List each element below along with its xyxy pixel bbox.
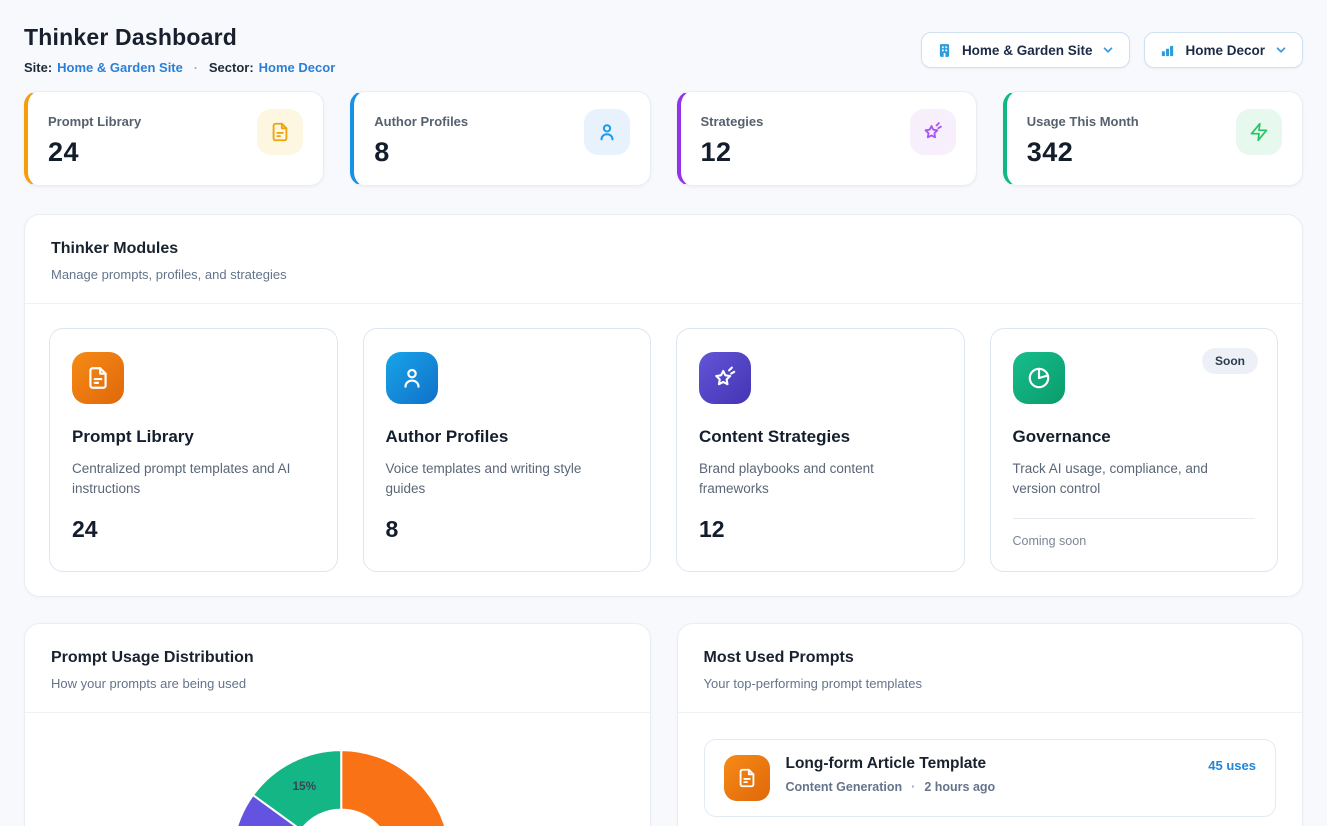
- donut-chart: 45%25%15%15%: [25, 713, 650, 826]
- stat-card-author-profiles: Author Profiles 8: [350, 91, 650, 186]
- prompts-card-header: Most Used Prompts Your top-performing pr…: [678, 624, 1303, 713]
- module-card-prompt-library[interactable]: Prompt Library Centralized prompt templa…: [49, 328, 338, 572]
- page-title: Thinker Dashboard: [24, 24, 335, 51]
- donut-slice-label: 15%: [292, 778, 316, 792]
- module-card-governance[interactable]: Soon Governance Track AI usage, complian…: [990, 328, 1279, 572]
- module-card-content-strategies[interactable]: Content Strategies Brand playbooks and c…: [676, 328, 965, 572]
- module-footer: Coming soon: [1013, 518, 1256, 548]
- usage-title: Prompt Usage Distribution: [51, 649, 624, 667]
- lightning-icon: [1236, 109, 1282, 155]
- prompt-usage-card: Prompt Usage Distribution How your promp…: [24, 623, 651, 826]
- bar-chart-icon: [1159, 42, 1176, 59]
- module-count: 24: [72, 516, 315, 543]
- site-selector-label: Home & Garden Site: [962, 43, 1093, 58]
- user-icon: [584, 109, 630, 155]
- prompt-item-text: Long-form Article Template Content Gener…: [786, 755, 996, 801]
- usage-subtitle: How your prompts are being used: [51, 676, 624, 691]
- site-sector-breadcrumb: Site: Home & Garden Site · Sector: Home …: [24, 60, 335, 75]
- modules-title: Thinker Modules: [51, 240, 1276, 258]
- sector-selector-label: Home Decor: [1185, 43, 1265, 58]
- header-selectors: Home & Garden Site Home Decor: [921, 32, 1303, 68]
- prompt-item-time: 2 hours ago: [924, 780, 995, 794]
- stat-card-strategies: Strategies 12: [677, 91, 977, 186]
- soon-badge: Soon: [1202, 348, 1258, 374]
- thinker-modules-panel: Thinker Modules Manage prompts, profiles…: [24, 214, 1303, 597]
- site-link[interactable]: Home & Garden Site: [57, 60, 183, 75]
- site-label: Site:: [24, 60, 52, 75]
- sector-link[interactable]: Home Decor: [259, 60, 336, 75]
- site-selector-button[interactable]: Home & Garden Site: [921, 32, 1131, 68]
- meta-separator-dot: ·: [194, 61, 198, 75]
- sparkle-star-icon: [910, 109, 956, 155]
- prompts-subtitle: Your top-performing prompt templates: [704, 676, 1277, 691]
- bottom-row: Prompt Usage Distribution How your promp…: [24, 623, 1303, 826]
- stat-value: 24: [48, 137, 141, 168]
- module-description: Centralized prompt templates and AI inst…: [72, 459, 304, 500]
- modules-grid: Prompt Library Centralized prompt templa…: [25, 304, 1302, 596]
- module-title: Author Profiles: [386, 427, 629, 447]
- document-icon: [72, 352, 124, 404]
- sector-selector-button[interactable]: Home Decor: [1144, 32, 1303, 68]
- modules-panel-header: Thinker Modules Manage prompts, profiles…: [25, 215, 1302, 304]
- meta-separator-dot: ·: [911, 780, 915, 794]
- chevron-down-icon: [1101, 43, 1115, 57]
- module-title: Content Strategies: [699, 427, 942, 447]
- module-count: 8: [386, 516, 629, 543]
- stat-label: Prompt Library: [48, 114, 141, 129]
- prompt-item-uses: 45 uses: [1208, 755, 1256, 801]
- donut-chart-svg: 45%25%15%15%: [25, 713, 650, 826]
- prompt-item-meta: Content Generation · 2 hours ago: [786, 780, 996, 794]
- sector-label: Sector:: [209, 60, 254, 75]
- stat-value: 12: [701, 137, 764, 168]
- top-bar: Thinker Dashboard Site: Home & Garden Si…: [24, 24, 1303, 75]
- stat-label: Author Profiles: [374, 114, 468, 129]
- usage-card-header: Prompt Usage Distribution How your promp…: [25, 624, 650, 713]
- prompts-list: Long-form Article Template Content Gener…: [678, 713, 1303, 826]
- module-description: Track AI usage, compliance, and version …: [1013, 459, 1245, 500]
- module-description: Voice templates and writing style guides: [386, 459, 618, 500]
- prompt-item-category: Content Generation: [786, 780, 903, 794]
- stat-value: 342: [1027, 137, 1139, 168]
- building-icon: [936, 42, 953, 59]
- stat-label: Strategies: [701, 114, 764, 129]
- sparkle-star-icon: [699, 352, 751, 404]
- chevron-down-icon: [1274, 43, 1288, 57]
- module-description: Brand playbooks and content frameworks: [699, 459, 931, 500]
- module-count: 12: [699, 516, 942, 543]
- modules-subtitle: Manage prompts, profiles, and strategies: [51, 267, 1276, 282]
- prompt-list-item[interactable]: Long-form Article Template Content Gener…: [704, 739, 1277, 817]
- dashboard-page: Thinker Dashboard Site: Home & Garden Si…: [0, 0, 1327, 826]
- module-card-author-profiles[interactable]: Author Profiles Voice templates and writ…: [363, 328, 652, 572]
- module-title: Prompt Library: [72, 427, 315, 447]
- stat-card-prompt-library: Prompt Library 24: [24, 91, 324, 186]
- stat-value: 8: [374, 137, 468, 168]
- header-left: Thinker Dashboard Site: Home & Garden Si…: [24, 24, 335, 75]
- stat-cards-row: Prompt Library 24 Author Profiles 8: [24, 91, 1303, 186]
- module-title: Governance: [1013, 427, 1256, 447]
- stat-label: Usage This Month: [1027, 114, 1139, 129]
- prompts-title: Most Used Prompts: [704, 649, 1277, 667]
- document-icon: [724, 755, 770, 801]
- document-icon: [257, 109, 303, 155]
- pie-chart-icon: [1013, 352, 1065, 404]
- stat-card-usage: Usage This Month 342: [1003, 91, 1303, 186]
- most-used-prompts-card: Most Used Prompts Your top-performing pr…: [677, 623, 1304, 826]
- prompt-item-title: Long-form Article Template: [786, 755, 996, 773]
- user-icon: [386, 352, 438, 404]
- donut-slice: [341, 750, 450, 826]
